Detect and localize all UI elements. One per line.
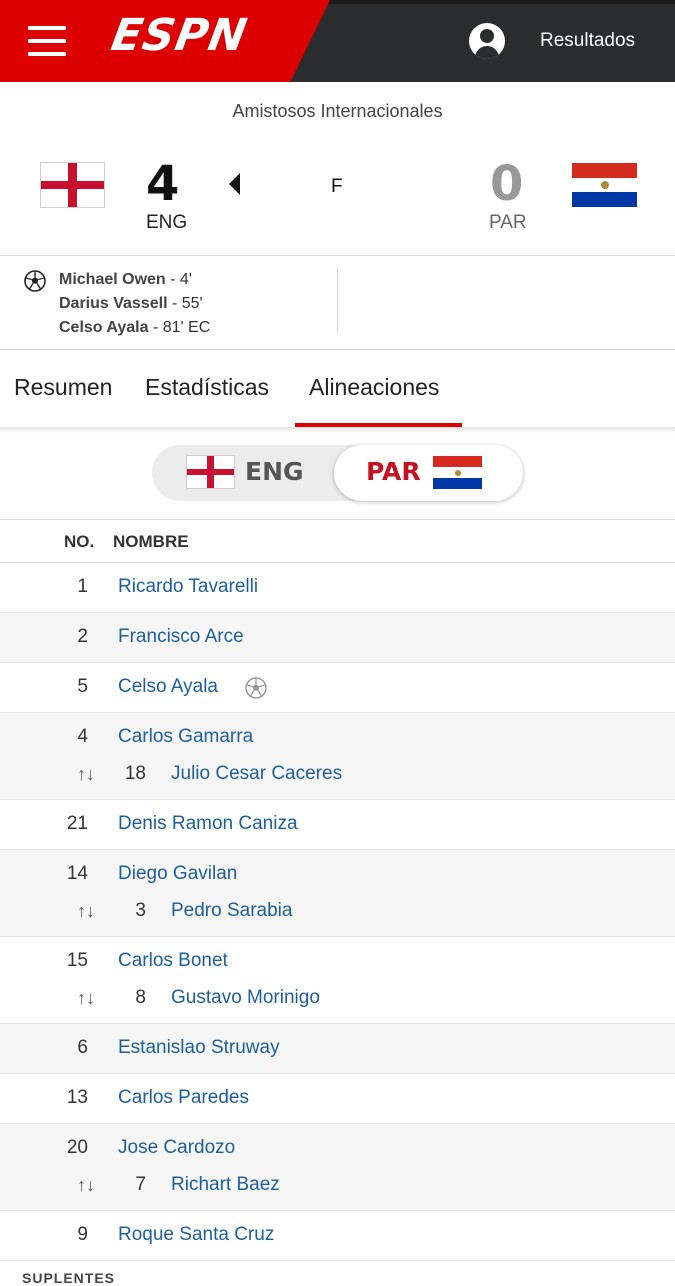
menu-icon[interactable] [28, 24, 66, 58]
player-name-link[interactable]: Estanislao Struway [118, 1037, 280, 1059]
england-flag-icon [40, 162, 105, 208]
winner-arrow-icon [229, 173, 240, 195]
sub-player-number: 3 [135, 900, 146, 921]
home-abbr: ENG [146, 212, 188, 233]
player-number: 13 [66, 1087, 88, 1108]
player-number: 20 [66, 1137, 88, 1158]
table-row: 4 Carlos Gamarra ↑↓ 18 Julio Cesar Caceres [0, 713, 675, 800]
player-number: 6 [77, 1037, 88, 1058]
england-flag-icon [186, 455, 235, 489]
table-row: 21 Denis Ramon Caniza [0, 800, 675, 850]
paraguay-flag-icon [433, 456, 482, 489]
tab-resumen[interactable]: Resumen [14, 374, 112, 401]
player-name-link[interactable]: Carlos Gamarra [118, 726, 253, 748]
player-name-link[interactable]: Celso Ayala [118, 676, 218, 698]
soccer-ball-icon [24, 270, 46, 292]
paraguay-flag-icon [572, 163, 637, 207]
sub-player-number: 18 [124, 763, 146, 784]
player-number: 5 [77, 676, 88, 697]
player-name-link[interactable]: Jose Cardozo [118, 1137, 235, 1159]
sub-player-name-link[interactable]: Gustavo Morinigo [171, 987, 320, 1009]
player-name-link[interactable]: Roque Santa Cruz [118, 1224, 274, 1246]
player-name-link[interactable]: Francisco Arce [118, 626, 244, 648]
player-name-link[interactable]: Carlos Bonet [118, 950, 228, 972]
subs-section-heading: SUPLENTES [22, 1270, 116, 1286]
table-row: 6 Estanislao Struway [0, 1024, 675, 1074]
col-header-name: NOMBRE [113, 532, 189, 551]
player-number: 21 [66, 813, 88, 834]
sub-player-name-link[interactable]: Richart Baez [171, 1174, 280, 1196]
player-name-link[interactable]: Carlos Paredes [118, 1087, 249, 1109]
toggle-eng-button[interactable]: ENG [172, 449, 332, 497]
account-icon[interactable] [469, 23, 505, 59]
home-score: 4 [146, 156, 180, 212]
sub-player-name-link[interactable]: Pedro Sarabia [171, 900, 292, 922]
table-row: 14 Diego Gavilan ↑↓ 3 Pedro Sarabia [0, 850, 675, 937]
top-bar: ESPN Resultados [0, 0, 675, 82]
col-header-number: NO. [64, 532, 95, 551]
table-row: 20 Jose Cardozo ↑↓ 7 Richart Baez [0, 1124, 675, 1211]
table-row: 5 Celso Ayala [0, 663, 675, 713]
results-link[interactable]: Resultados [540, 30, 635, 52]
espn-logo[interactable]: ESPN [108, 10, 252, 61]
player-number: 9 [77, 1224, 88, 1245]
scorer-2: Darius Vassell - 55' [59, 295, 203, 312]
player-number: 2 [77, 626, 88, 647]
scorers-separator [337, 267, 338, 334]
toggle-par-label: PAR [366, 457, 421, 486]
goal-ball-icon [245, 677, 267, 699]
scorer-1: Michael Owen - 4' [59, 271, 192, 288]
table-row: 1 Ricardo Tavarelli [0, 563, 675, 613]
table-row: 13 Carlos Paredes [0, 1074, 675, 1124]
player-number: 4 [77, 726, 88, 747]
match-status: F [331, 176, 343, 197]
scorers-divider [0, 349, 675, 350]
table-row: 9 Roque Santa Cruz [0, 1211, 675, 1261]
player-name-link[interactable]: Diego Gavilan [118, 863, 237, 885]
tabs-shadow [0, 427, 675, 433]
table-row: 2 Francisco Arce [0, 613, 675, 663]
sub-player-name-link[interactable]: Julio Cesar Caceres [171, 763, 342, 785]
player-number: 14 [66, 863, 88, 884]
player-number: 1 [77, 576, 88, 597]
toggle-par-button[interactable]: PAR [334, 445, 523, 501]
toggle-eng-label: ENG [245, 457, 304, 486]
player-name-link[interactable]: Denis Ramon Caniza [118, 813, 298, 835]
player-name-link[interactable]: Ricardo Tavarelli [118, 576, 258, 598]
tab-alineaciones[interactable]: Alineaciones [309, 374, 439, 401]
sub-player-number: 7 [135, 1174, 146, 1195]
competition-name: Amistosos Internacionales [232, 101, 443, 121]
header-divider [0, 255, 675, 256]
sub-player-number: 8 [135, 987, 146, 1008]
away-abbr: PAR [489, 212, 527, 233]
away-score: 0 [490, 156, 524, 212]
table-row: 15 Carlos Bonet ↑↓ 8 Gustavo Morinigo [0, 937, 675, 1024]
player-number: 15 [66, 950, 88, 971]
tab-estadisticas[interactable]: Estadísticas [145, 374, 269, 401]
toggle-divider [0, 519, 675, 520]
scorer-3: Celso Ayala - 81' EC [59, 319, 211, 336]
